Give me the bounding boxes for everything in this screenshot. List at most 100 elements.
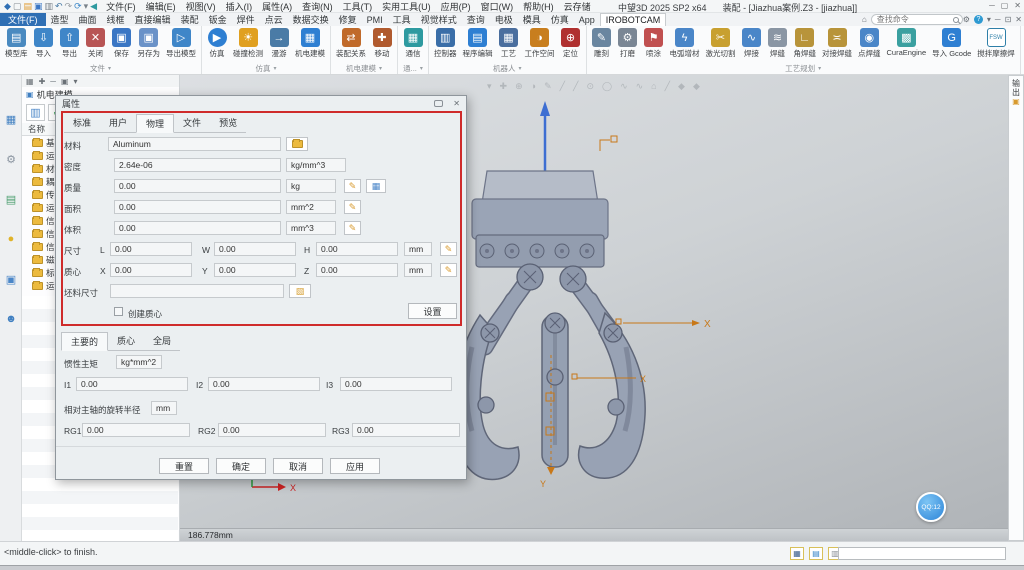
panel-collapse-icon[interactable]: ─	[50, 77, 56, 86]
ribbon-item[interactable]: ⚙打磨	[615, 27, 641, 63]
ribbon-item[interactable]: ▦工艺	[496, 27, 522, 63]
menubar-item[interactable]: 云存储	[559, 0, 596, 13]
close-button[interactable]: ✕	[1014, 1, 1021, 10]
tab-global[interactable]: 全局	[144, 332, 180, 351]
rg2-input[interactable]	[218, 423, 326, 437]
ribbon-tab[interactable]: 造型	[46, 13, 74, 26]
size-l-input[interactable]	[110, 242, 192, 256]
ribbon-item[interactable]: FSW搅拌摩擦焊	[974, 27, 1018, 63]
ribbon-item[interactable]: ▣保存	[109, 27, 135, 63]
output-panel[interactable]: 输出 ▣	[1008, 75, 1024, 541]
ribbon-tab[interactable]: 点云	[260, 13, 288, 26]
settings-button[interactable]: 设置	[408, 303, 457, 319]
tab-file[interactable]: 文件(F)	[0, 13, 46, 26]
viewport-tool-icon[interactable]: ◑	[531, 81, 536, 92]
area-edit-button[interactable]: ✎	[344, 200, 361, 214]
group-expander-icon[interactable]: ▾	[420, 65, 423, 72]
tab-centroid[interactable]: 质心	[108, 332, 144, 351]
ribbon-item[interactable]: ∿焊接	[739, 27, 765, 63]
ribbon-item[interactable]: ⊕定位	[558, 27, 584, 63]
reset-button[interactable]: 重置	[159, 458, 209, 474]
ribbon-tab[interactable]: 工具	[388, 13, 416, 26]
ribbon-item[interactable]: ◉点焊缝	[855, 27, 884, 63]
centroid-edit-button[interactable]: ✎	[440, 263, 457, 277]
print-icon[interactable]: ▥	[44, 1, 53, 11]
maximize-button[interactable]: ▢	[1001, 1, 1009, 10]
ribbon-tab[interactable]: 电极	[490, 13, 518, 26]
help-badge-icon[interactable]: ?	[974, 15, 983, 24]
ribbon-item[interactable]: ≍对接焊缝	[819, 27, 855, 63]
ribbon-tab[interactable]: 仿真	[546, 13, 574, 26]
i1-input[interactable]	[76, 377, 188, 391]
ribbon-tab[interactable]: 焊件	[232, 13, 260, 26]
viewport-tool-icon[interactable]: ▾	[487, 81, 492, 92]
menubar-item[interactable]: 属性(A)	[257, 0, 297, 13]
mass-edit-button[interactable]: ✎	[344, 179, 361, 193]
app-logo[interactable]: ◆	[4, 1, 11, 11]
qq-badge[interactable]: QQ:12	[916, 492, 946, 522]
panel-filter-button[interactable]: ▥	[26, 104, 45, 121]
viewport-tool-icon[interactable]: ◯	[602, 81, 612, 92]
cancel-button[interactable]: 取消	[273, 458, 323, 474]
menubar-item[interactable]: 帮助(H)	[518, 0, 559, 13]
menubar-item[interactable]: 应用(P)	[436, 0, 476, 13]
viewport-tool-icon[interactable]: ◆	[678, 81, 685, 92]
viewport-tool-icon[interactable]: ⊕	[515, 81, 523, 92]
panel-toggle-icon[interactable]: ⊡	[1005, 15, 1012, 24]
size-edit-button[interactable]: ✎	[440, 242, 457, 256]
panel-caret-icon[interactable]: ▾	[74, 77, 78, 86]
ribbon-item[interactable]: ✂激光切割	[703, 27, 739, 63]
menubar-item[interactable]: 工具(T)	[338, 0, 378, 13]
group-expander-icon[interactable]: ▾	[518, 65, 521, 72]
material-browse-button[interactable]	[286, 137, 308, 151]
panel-pin-icon[interactable]: ▣	[61, 77, 69, 86]
tab-user[interactable]: 用户	[100, 114, 136, 133]
viewport-tool-icon[interactable]: ✎	[544, 81, 552, 92]
menubar-item[interactable]: 插入(I)	[221, 0, 258, 13]
volume-input[interactable]	[114, 221, 281, 235]
stock-pick-button[interactable]: ▧	[289, 284, 311, 298]
rg1-input[interactable]	[82, 423, 190, 437]
status-monitor-icon[interactable]: ▤	[809, 547, 823, 560]
ribbon-tab[interactable]: 装配	[176, 13, 204, 26]
density-input[interactable]	[114, 158, 281, 172]
dialog-title-bar[interactable]: 属性 ✕	[56, 96, 466, 111]
dialog-close-icon[interactable]: ✕	[453, 99, 460, 108]
comment-icon[interactable]	[434, 100, 443, 107]
tab-preview[interactable]: 预览	[210, 114, 246, 133]
ribbon-item[interactable]: ▶仿真	[204, 27, 230, 63]
menubar-item[interactable]: 查询(N)	[297, 0, 338, 13]
centroid-y-input[interactable]	[214, 263, 296, 277]
dock-library-icon[interactable]: ▤	[3, 191, 19, 207]
status-grid-icon[interactable]: ▦	[790, 547, 804, 560]
ribbon-tab[interactable]: 修复	[334, 13, 362, 26]
back-icon[interactable]: ◀	[90, 1, 97, 11]
panel-add-icon[interactable]: ✚	[39, 77, 46, 86]
apply-button[interactable]: 应用	[330, 458, 380, 474]
ribbon-item[interactable]: ≋焊缝	[765, 27, 791, 63]
ok-button[interactable]: 确定	[216, 458, 266, 474]
ribbon-tab[interactable]: 模具	[518, 13, 546, 26]
menubar-item[interactable]: 窗口(W)	[476, 0, 519, 13]
volume-edit-button[interactable]: ✎	[344, 221, 361, 235]
viewport-tool-icon[interactable]: ∿	[636, 81, 644, 92]
ribbon-tab[interactable]: 曲面	[74, 13, 102, 26]
ribbon-item[interactable]: ⇩导入	[31, 27, 57, 63]
group-expander-icon[interactable]: ▾	[818, 65, 821, 72]
undo-icon[interactable]: ↶	[55, 1, 63, 11]
create-centroid-checkbox[interactable]	[114, 307, 123, 316]
tab-principal[interactable]: 主要的	[61, 332, 108, 351]
ribbon-item[interactable]: ✚移动	[369, 27, 395, 63]
mass-input[interactable]	[114, 179, 281, 193]
caret-down-icon[interactable]: ▾	[987, 15, 991, 24]
new-file-icon[interactable]: ▢	[13, 1, 22, 11]
ribbon-item[interactable]: ✕关闭	[83, 27, 109, 63]
ribbon-item[interactable]: ⚑喷涂	[641, 27, 667, 63]
area-input[interactable]	[114, 200, 281, 214]
centroid-z-input[interactable]	[316, 263, 398, 277]
ribbon-item[interactable]: ✎雕刻	[589, 27, 615, 63]
close-doc-icon[interactable]: ✕	[1015, 15, 1022, 24]
viewport-tool-icon[interactable]: ⌂	[651, 81, 656, 92]
ribbon-item[interactable]: ▷导出模型	[163, 27, 199, 63]
ribbon-item[interactable]: ▤程序编辑	[460, 27, 496, 63]
